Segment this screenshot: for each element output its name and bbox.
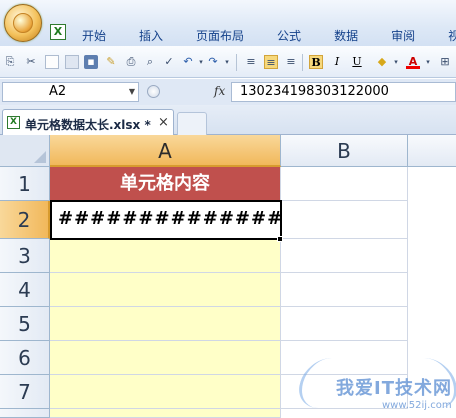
underline-button[interactable]: U xyxy=(350,55,364,69)
cell-a1[interactable]: 单元格内容 xyxy=(50,167,281,201)
cell-a7[interactable] xyxy=(50,375,281,409)
name-box[interactable]: A2 ▼ xyxy=(2,82,139,102)
row-header-2[interactable]: 2 xyxy=(0,201,50,239)
formula-input[interactable]: 130234198303122000 xyxy=(231,82,456,102)
font-color-dropdown-icon[interactable]: ▾ xyxy=(421,55,435,69)
align-right-icon[interactable]: ≡ xyxy=(284,55,298,69)
cell-b4[interactable] xyxy=(281,273,408,307)
chevron-down-icon[interactable]: ▼ xyxy=(129,83,135,101)
menu-insert[interactable]: 插入 xyxy=(139,27,163,44)
cell-a8[interactable] xyxy=(50,409,281,418)
cut-icon[interactable]: ✂ xyxy=(24,55,38,69)
workbook-tabs: X 单元格数据太长.xlsx * × xyxy=(0,105,456,136)
undo-icon[interactable]: ↶ xyxy=(181,55,195,69)
menu-page-layout[interactable]: 页面布局 xyxy=(196,27,244,44)
cell-b1[interactable] xyxy=(281,167,408,201)
fill-handle[interactable] xyxy=(277,236,283,242)
cell-a3[interactable] xyxy=(50,239,281,273)
copy-icon[interactable]: ⎘ xyxy=(3,55,17,69)
workbook-tab-title: 单元格数据太长.xlsx * xyxy=(25,118,151,132)
office-button-icon[interactable] xyxy=(4,4,42,42)
watermark-text: 我爱IT技术网 xyxy=(336,378,452,399)
menu-home[interactable]: 开始 xyxy=(82,27,106,44)
row-header-5[interactable]: 5 xyxy=(0,307,50,341)
quick-toolbar: ⎘ ✂ ▪ ✎ ⎙ ⌕ ✓ ↶ ▾ ↷ ▾ ≡ ≡ ≡ B I U ◆ ▾ A … xyxy=(0,46,456,78)
save-icon[interactable]: ▪ xyxy=(84,55,98,69)
align-center-icon[interactable]: ≡ xyxy=(264,55,278,69)
print-preview-icon[interactable]: ⌕ xyxy=(143,55,157,69)
cell-b3[interactable] xyxy=(281,239,408,273)
new-tab-button[interactable] xyxy=(177,112,207,135)
cell-b5[interactable] xyxy=(281,307,408,341)
toolbar-separator xyxy=(236,54,237,71)
formula-bar: A2 ▼ fx 130234198303122000 xyxy=(0,79,456,105)
print-icon[interactable]: ⎙ xyxy=(124,55,138,69)
redo-dropdown-icon[interactable]: ▾ xyxy=(220,55,234,69)
cell-a6[interactable] xyxy=(50,341,281,375)
fill-color-dropdown-icon[interactable]: ▾ xyxy=(389,55,403,69)
excel-file-icon: X xyxy=(7,116,20,129)
bold-button[interactable]: B xyxy=(309,55,323,69)
office-logo-icon xyxy=(13,13,33,33)
column-header-b[interactable]: B xyxy=(281,135,408,167)
cell-b2[interactable] xyxy=(281,201,408,239)
row-header-4[interactable]: 4 xyxy=(0,273,50,307)
open-icon[interactable] xyxy=(65,55,79,69)
format-painter-icon[interactable]: ✎ xyxy=(104,55,118,69)
select-all-corner[interactable] xyxy=(0,135,50,167)
close-icon[interactable]: × xyxy=(158,115,169,130)
cell-a4[interactable] xyxy=(50,273,281,307)
font-color-button[interactable]: A xyxy=(406,55,420,69)
cell-a2[interactable]: ############## xyxy=(50,201,281,239)
ribbon-menu: 开始 插入 页面布局 公式 数据 审阅 视图 xyxy=(82,27,456,44)
menu-review[interactable]: 审阅 xyxy=(391,27,415,44)
menu-data[interactable]: 数据 xyxy=(334,27,358,44)
row-header-6[interactable]: 6 xyxy=(0,341,50,375)
workbook-tab[interactable]: X 单元格数据太长.xlsx * × xyxy=(2,109,174,136)
spelling-icon[interactable]: ✓ xyxy=(162,55,176,69)
menu-formulas[interactable]: 公式 xyxy=(277,27,301,44)
watermark-url: www.52ij.com xyxy=(382,400,452,411)
row-header-8[interactable] xyxy=(0,409,50,418)
fx-icon[interactable]: fx xyxy=(214,84,225,98)
borders-icon[interactable]: ⊞ xyxy=(438,55,452,69)
redo-icon[interactable]: ↷ xyxy=(206,55,220,69)
resize-knob-icon[interactable] xyxy=(147,85,160,98)
column-header-a[interactable]: A xyxy=(50,135,281,167)
title-bar: X 开始 插入 页面布局 公式 数据 审阅 视图 xyxy=(0,0,456,46)
row-header-7[interactable]: 7 xyxy=(0,375,50,409)
new-icon[interactable] xyxy=(45,55,59,69)
sheet-grid: A B 1 2 3 4 5 6 7 单元格内容 ############## 我… xyxy=(0,135,456,418)
excel-icon[interactable]: X xyxy=(50,24,66,40)
row-header-1[interactable]: 1 xyxy=(0,167,50,201)
align-left-icon[interactable]: ≡ xyxy=(244,55,258,69)
fill-color-icon[interactable]: ◆ xyxy=(375,55,389,69)
row-header-3[interactable]: 3 xyxy=(0,239,50,273)
italic-button[interactable]: I xyxy=(330,55,344,69)
column-header-c[interactable] xyxy=(408,135,456,167)
menu-view[interactable]: 视图 xyxy=(448,27,456,44)
toolbar-separator xyxy=(302,54,303,71)
name-box-value: A2 xyxy=(49,84,67,99)
cell-a5[interactable] xyxy=(50,307,281,341)
watermark: 我爱IT技术网 www.52ij.com xyxy=(293,352,456,418)
